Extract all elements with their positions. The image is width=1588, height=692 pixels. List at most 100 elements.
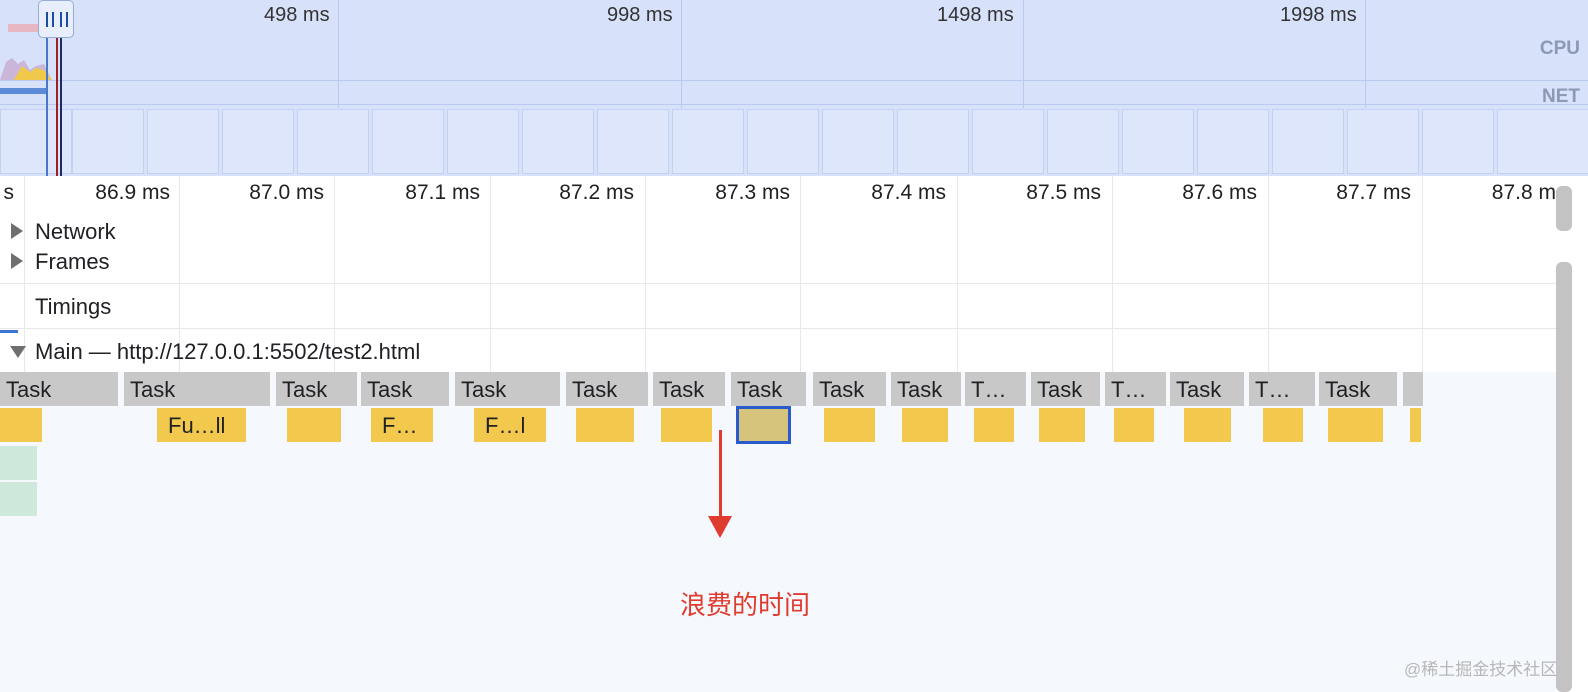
frame-block[interactable] <box>1197 109 1269 174</box>
flame-entry[interactable] <box>0 482 37 516</box>
task-block[interactable]: Task <box>124 372 270 406</box>
cpu-label: CPU <box>1539 38 1580 59</box>
task-block[interactable]: Task <box>455 372 560 406</box>
task-block[interactable]: Task <box>731 372 806 406</box>
function-block[interactable] <box>902 408 948 442</box>
frame-block[interactable] <box>72 109 144 174</box>
scrollbar-thumb[interactable] <box>1556 262 1572 692</box>
ruler-tick: 86.9 ms <box>95 181 170 204</box>
task-block[interactable]: T… <box>1249 372 1315 406</box>
track-separator <box>0 283 1556 284</box>
function-block[interactable] <box>661 408 712 442</box>
task-block[interactable]: T… <box>1105 372 1166 406</box>
ruler-tick: 87.6 ms <box>1182 181 1257 204</box>
expand-arrow-icon[interactable] <box>11 223 23 239</box>
vertical-scrollbar[interactable] <box>1556 176 1588 692</box>
flame-entry[interactable] <box>0 446 37 480</box>
frame-block[interactable] <box>897 109 969 174</box>
function-block[interactable] <box>1410 408 1421 442</box>
task-block[interactable]: Task <box>1031 372 1100 406</box>
function-block[interactable] <box>824 408 875 442</box>
timeline-overview[interactable]: 498 ms 998 ms 1498 ms 1998 ms CPU NET <box>0 0 1588 176</box>
frames-overview <box>0 109 1588 174</box>
overview-gridline <box>1365 0 1366 108</box>
overview-gridline <box>681 0 682 108</box>
selection-bar-red <box>56 30 58 176</box>
function-block[interactable] <box>287 408 341 442</box>
frame-block[interactable] <box>1497 109 1588 174</box>
selection-handle[interactable] <box>38 0 74 38</box>
task-block[interactable]: T… <box>965 372 1026 406</box>
watermark: @稀土掘金技术社区 <box>1404 660 1558 679</box>
ruler-tick: 87.2 ms <box>559 181 634 204</box>
function-block[interactable] <box>576 408 634 442</box>
gridline <box>1422 176 1423 212</box>
overview-tick: 1998 ms <box>1280 4 1357 26</box>
ruler-tick: 87.8 m <box>1491 181 1556 204</box>
overview-selection[interactable] <box>0 0 74 176</box>
function-block-selected[interactable] <box>736 406 791 444</box>
function-block[interactable]: F… <box>371 408 433 442</box>
scrollbar-thumb-top[interactable] <box>1556 186 1572 231</box>
frame-block[interactable] <box>1122 109 1194 174</box>
overview-gridline <box>1023 0 1024 108</box>
frame-block[interactable] <box>1347 109 1419 174</box>
frame-block[interactable] <box>522 109 594 174</box>
frame-block[interactable] <box>372 109 444 174</box>
net-label: NET <box>1542 86 1580 107</box>
frame-block[interactable] <box>1422 109 1494 174</box>
net-track-divider <box>0 104 1588 105</box>
task-block[interactable]: Task <box>891 372 961 406</box>
frame-block[interactable] <box>972 109 1044 174</box>
frame-block[interactable] <box>447 109 519 174</box>
track-label: Timings <box>35 294 112 319</box>
gridline <box>645 176 646 212</box>
frame-block[interactable] <box>747 109 819 174</box>
cpu-track-divider <box>0 80 1588 81</box>
frame-block[interactable] <box>1272 109 1344 174</box>
track-separator <box>0 328 1556 329</box>
ruler-tick: 87.7 ms <box>1336 181 1411 204</box>
collapse-arrow-icon[interactable] <box>10 346 26 358</box>
task-block[interactable]: Task <box>813 372 886 406</box>
frame-block[interactable] <box>1047 109 1119 174</box>
overview-tick: 998 ms <box>607 4 673 26</box>
task-block[interactable]: Task <box>1170 372 1244 406</box>
frame-block[interactable] <box>597 109 669 174</box>
gridline <box>179 176 180 212</box>
track-label: Frames <box>35 249 110 274</box>
task-block[interactable]: Task <box>276 372 357 406</box>
gridline <box>334 176 335 212</box>
annotation-arrow <box>719 430 722 520</box>
task-block[interactable] <box>1403 372 1423 406</box>
frame-block[interactable] <box>297 109 369 174</box>
task-block[interactable]: Task <box>566 372 648 406</box>
function-block[interactable] <box>1039 408 1085 442</box>
overview-tick: 498 ms <box>264 4 330 26</box>
function-block[interactable] <box>1328 408 1383 442</box>
ruler-tick: s <box>3 181 15 204</box>
ruler-tick: 87.4 ms <box>871 181 946 204</box>
gridline <box>800 176 801 212</box>
overview-tick: 1498 ms <box>937 4 1014 26</box>
function-block[interactable]: Fu…ll <box>157 408 246 442</box>
track-accent <box>0 330 18 333</box>
function-block[interactable]: F…l <box>474 408 546 442</box>
frame-block[interactable] <box>822 109 894 174</box>
task-block[interactable]: Task <box>361 372 449 406</box>
expand-arrow-icon[interactable] <box>11 253 23 269</box>
function-block[interactable] <box>1263 408 1303 442</box>
selection-bar-left <box>46 30 48 176</box>
task-block[interactable]: Task <box>1319 372 1397 406</box>
task-block[interactable]: Task <box>0 372 118 406</box>
function-block[interactable] <box>1114 408 1154 442</box>
main-flame-chart[interactable]: Task Task Task Task Task Task Task Task Task Task… <box>0 372 1556 692</box>
frame-block[interactable] <box>222 109 294 174</box>
frame-block[interactable] <box>672 109 744 174</box>
function-block[interactable] <box>974 408 1014 442</box>
function-block[interactable] <box>0 408 42 442</box>
gridline <box>957 176 958 212</box>
task-block[interactable]: Task <box>653 372 725 406</box>
function-block[interactable] <box>1184 408 1231 442</box>
frame-block[interactable] <box>147 109 219 174</box>
